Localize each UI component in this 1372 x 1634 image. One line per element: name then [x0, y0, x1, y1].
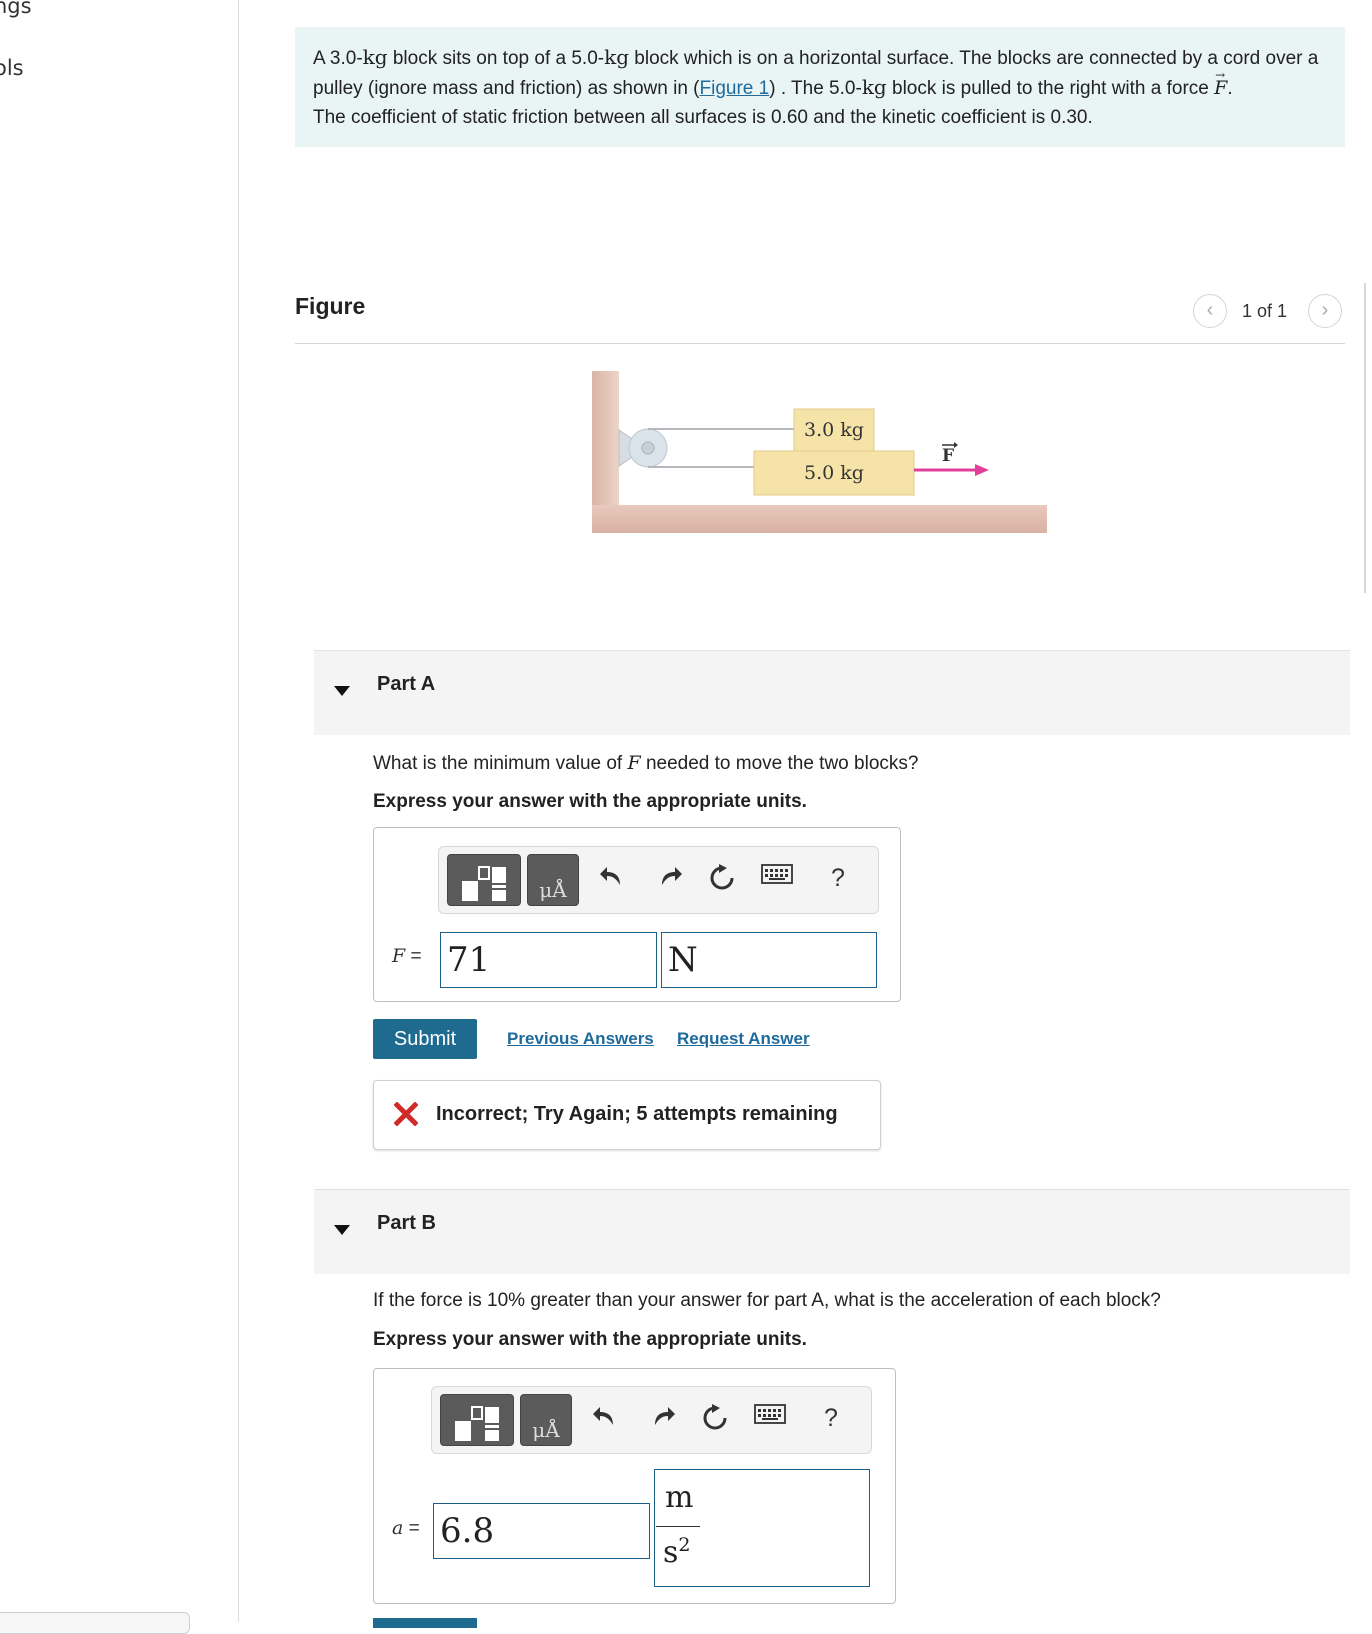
unit-numerator: m — [665, 1480, 694, 1515]
scrollbar-track[interactable] — [1364, 283, 1366, 593]
redo-icon[interactable] — [655, 863, 685, 893]
part-a-instruction: Express your answer with the appropriate… — [373, 791, 807, 812]
reset-icon[interactable] — [707, 863, 737, 893]
chevron-left-icon: ‹ — [1206, 299, 1214, 321]
undo-icon[interactable] — [597, 863, 627, 893]
templates-button[interactable] — [440, 1394, 514, 1446]
sidebar-item-settings[interactable]: ngs — [0, 0, 32, 18]
feedback-message: Incorrect; Try Again; 5 attempts remaini… — [436, 1103, 838, 1125]
floor — [592, 505, 1047, 533]
figure-divider — [295, 343, 1345, 344]
part-a-title: Part A — [377, 673, 436, 695]
part-b-instruction: Express your answer with the appropriate… — [373, 1329, 807, 1350]
caret-down-icon — [334, 1225, 350, 1235]
sidebar-bottom-panel[interactable] — [0, 1612, 190, 1634]
units-button[interactable]: μÅ — [527, 854, 579, 906]
figure-title: Figure — [295, 293, 366, 319]
part-a-feedback: Incorrect; Try Again; 5 attempts remaini… — [373, 1080, 881, 1150]
figure-next-button[interactable]: › — [1308, 294, 1342, 328]
keyboard-icon[interactable] — [760, 863, 794, 893]
incorrect-x-icon — [394, 1102, 418, 1126]
help-icon[interactable]: ? — [816, 1403, 846, 1433]
part-b-unit-input[interactable]: m s2 — [654, 1469, 870, 1587]
part-a-toolbar: μÅ ? — [438, 846, 879, 914]
force-vector-symbol: F — [1214, 61, 1227, 103]
templates-icon — [455, 1406, 499, 1441]
part-b-answer-box: μÅ ? a = 6.8 m s2 — [373, 1368, 896, 1604]
units-button[interactable]: μÅ — [520, 1394, 572, 1446]
part-a-var-label: F = — [392, 945, 422, 967]
figure-prev-button[interactable]: ‹ — [1193, 294, 1227, 328]
unit-denominator: s2 — [663, 1534, 691, 1570]
part-b-question: If the force is 10% greater than your an… — [373, 1290, 1161, 1311]
request-answer-link[interactable]: Request Answer — [677, 1029, 810, 1049]
templates-icon — [462, 866, 506, 901]
caret-down-icon — [334, 686, 350, 696]
intro-text: A 3.0-kg block sits on top of a 5.0-kg b… — [313, 45, 1318, 99]
part-a-header[interactable]: Part A — [314, 650, 1350, 735]
previous-answers-link[interactable]: Previous Answers — [507, 1029, 654, 1049]
part-b-toolbar: μÅ ? — [431, 1386, 872, 1454]
reset-icon[interactable] — [700, 1403, 730, 1433]
part-a-answer-box: μÅ ? F = 71 N — [373, 827, 901, 1002]
part-a-value-input[interactable]: 71 — [440, 932, 657, 988]
force-label: F — [942, 446, 954, 466]
left-sidebar: ngs ols — [0, 0, 239, 1634]
redo-icon[interactable] — [648, 1403, 678, 1433]
part-b-header[interactable]: Part B — [314, 1189, 1350, 1274]
templates-button[interactable] — [447, 854, 521, 906]
force-arrowhead — [975, 464, 989, 476]
figure-diagram: 3.0 kg 5.0 kg F — [592, 371, 1047, 533]
intro-friction-text: The coefficient of static friction betwe… — [313, 107, 1093, 128]
figure-link[interactable]: Figure 1 — [700, 78, 770, 99]
part-a-unit-input[interactable]: N — [661, 932, 877, 988]
part-b-var-label: a = — [392, 1517, 420, 1539]
help-icon[interactable]: ? — [823, 863, 853, 893]
keyboard-icon[interactable] — [753, 1403, 787, 1433]
part-b-title: Part B — [377, 1212, 436, 1234]
unit-fraction-bar — [656, 1526, 700, 1527]
undo-icon[interactable] — [590, 1403, 620, 1433]
part-a-question: What is the minimum value of F needed to… — [373, 752, 919, 774]
top-block-label: 3.0 kg — [804, 419, 864, 441]
problem-statement: A 3.0-kg block sits on top of a 5.0-kg b… — [295, 27, 1345, 147]
part-b-value-input[interactable]: 6.8 — [433, 1503, 650, 1559]
submit-button[interactable]: Submit — [373, 1019, 477, 1059]
chevron-right-icon: › — [1321, 299, 1329, 321]
sidebar-item-tools[interactable]: ols — [0, 56, 24, 80]
figure-counter: 1 of 1 — [1242, 301, 1288, 321]
part-b-submit-button-partial[interactable] — [373, 1618, 477, 1628]
bottom-block-label: 5.0 kg — [804, 462, 864, 484]
